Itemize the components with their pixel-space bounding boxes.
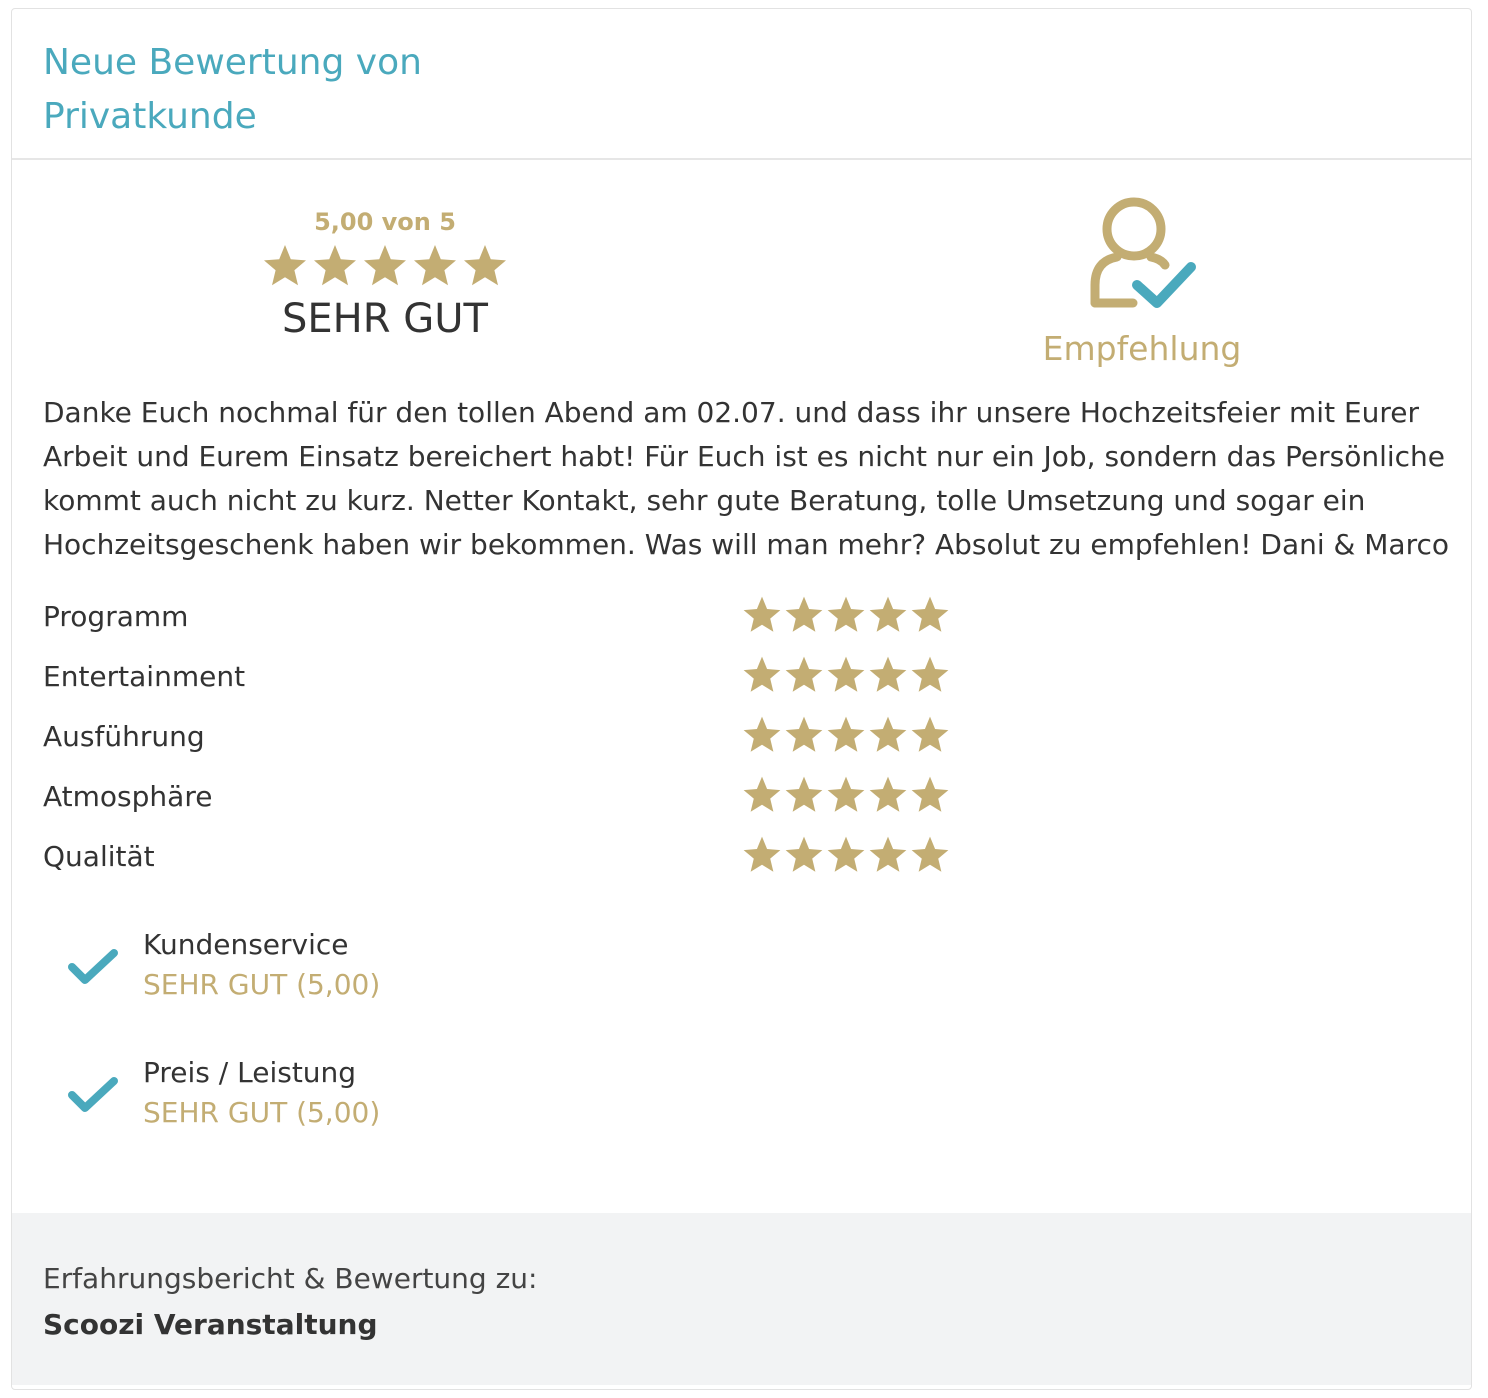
user-check-icon bbox=[1042, 193, 1242, 315]
criterion-label: Qualität bbox=[43, 840, 155, 873]
criterion-row: Qualität bbox=[43, 829, 1043, 889]
recommendation-label: Empfehlung bbox=[1042, 329, 1242, 368]
star-icon bbox=[741, 714, 783, 756]
criterion-stars bbox=[741, 774, 951, 816]
criterion-stars bbox=[741, 834, 951, 876]
star-icon bbox=[783, 714, 825, 756]
check-icon bbox=[67, 1075, 119, 1119]
extra-value: SEHR GUT (5,00) bbox=[143, 968, 381, 1001]
star-icon bbox=[411, 242, 459, 292]
star-icon bbox=[825, 594, 867, 636]
criterion-row: Entertainment bbox=[43, 649, 1043, 709]
star-icon bbox=[909, 714, 951, 756]
star-icon bbox=[783, 594, 825, 636]
criterion-row: Ausführung bbox=[43, 709, 1043, 769]
star-icon bbox=[741, 834, 783, 876]
title-line-2: Privatkunde bbox=[43, 96, 257, 137]
star-icon bbox=[909, 654, 951, 696]
title-line-1: Neue Bewertung von bbox=[43, 42, 422, 83]
criterion-label: Ausführung bbox=[43, 720, 205, 753]
recommendation-badge: Empfehlung bbox=[1042, 193, 1242, 371]
extra-label: Kundenservice bbox=[143, 928, 349, 961]
star-icon bbox=[867, 774, 909, 816]
criterion-stars bbox=[741, 714, 951, 756]
star-icon bbox=[909, 774, 951, 816]
review-card: Neue Bewertung von Privatkunde 5,00 von … bbox=[11, 8, 1472, 1390]
extra-rating-preis-leistung: Preis / Leistung SEHR GUT (5,00) bbox=[67, 1055, 567, 1155]
star-icon bbox=[461, 242, 509, 292]
overall-verdict: SEHR GUT bbox=[282, 296, 488, 342]
star-icon bbox=[783, 774, 825, 816]
criterion-row: Atmosphäre bbox=[43, 769, 1043, 829]
star-icon bbox=[825, 774, 867, 816]
star-icon bbox=[825, 714, 867, 756]
star-icon bbox=[261, 242, 309, 292]
extra-value: SEHR GUT (5,00) bbox=[143, 1096, 381, 1129]
criterion-label: Entertainment bbox=[43, 660, 246, 693]
extra-rating-kundenservice: Kundenservice SEHR GUT (5,00) bbox=[67, 927, 567, 1027]
star-icon bbox=[783, 654, 825, 696]
overall-stars bbox=[252, 242, 518, 292]
star-icon bbox=[741, 594, 783, 636]
criteria-list: Programm Entertainment Ausführung Atmosp… bbox=[43, 589, 1043, 889]
star-icon bbox=[867, 654, 909, 696]
overall-rating: 5,00 von 5 SEHR GUT bbox=[252, 206, 518, 344]
star-icon bbox=[909, 834, 951, 876]
criterion-stars bbox=[741, 594, 951, 636]
review-title: Neue Bewertung von Privatkunde bbox=[43, 36, 422, 144]
criterion-row: Programm bbox=[43, 589, 1043, 649]
star-icon bbox=[825, 654, 867, 696]
criterion-label: Programm bbox=[43, 600, 189, 633]
star-icon bbox=[741, 774, 783, 816]
star-icon bbox=[867, 714, 909, 756]
card-header: Neue Bewertung von Privatkunde bbox=[12, 9, 1471, 160]
star-icon bbox=[311, 242, 359, 292]
overall-score-text: 5,00 von 5 bbox=[314, 208, 456, 236]
review-text: Danke Euch nochmal für den tollen Abend … bbox=[43, 396, 1450, 561]
star-icon bbox=[867, 594, 909, 636]
star-icon bbox=[825, 834, 867, 876]
extra-label: Preis / Leistung bbox=[143, 1056, 357, 1089]
criterion-stars bbox=[741, 654, 951, 696]
star-icon bbox=[741, 654, 783, 696]
star-icon bbox=[909, 594, 951, 636]
star-icon bbox=[361, 242, 409, 292]
check-icon bbox=[67, 947, 119, 991]
card-footer: Erfahrungsbericht & Bewertung zu: Scoozi… bbox=[12, 1213, 1471, 1385]
criterion-label: Atmosphäre bbox=[43, 780, 213, 813]
footer-label: Erfahrungsbericht & Bewertung zu: bbox=[43, 1262, 538, 1295]
company-name[interactable]: Scoozi Veranstaltung bbox=[43, 1305, 377, 1345]
star-icon bbox=[783, 834, 825, 876]
star-icon bbox=[867, 834, 909, 876]
